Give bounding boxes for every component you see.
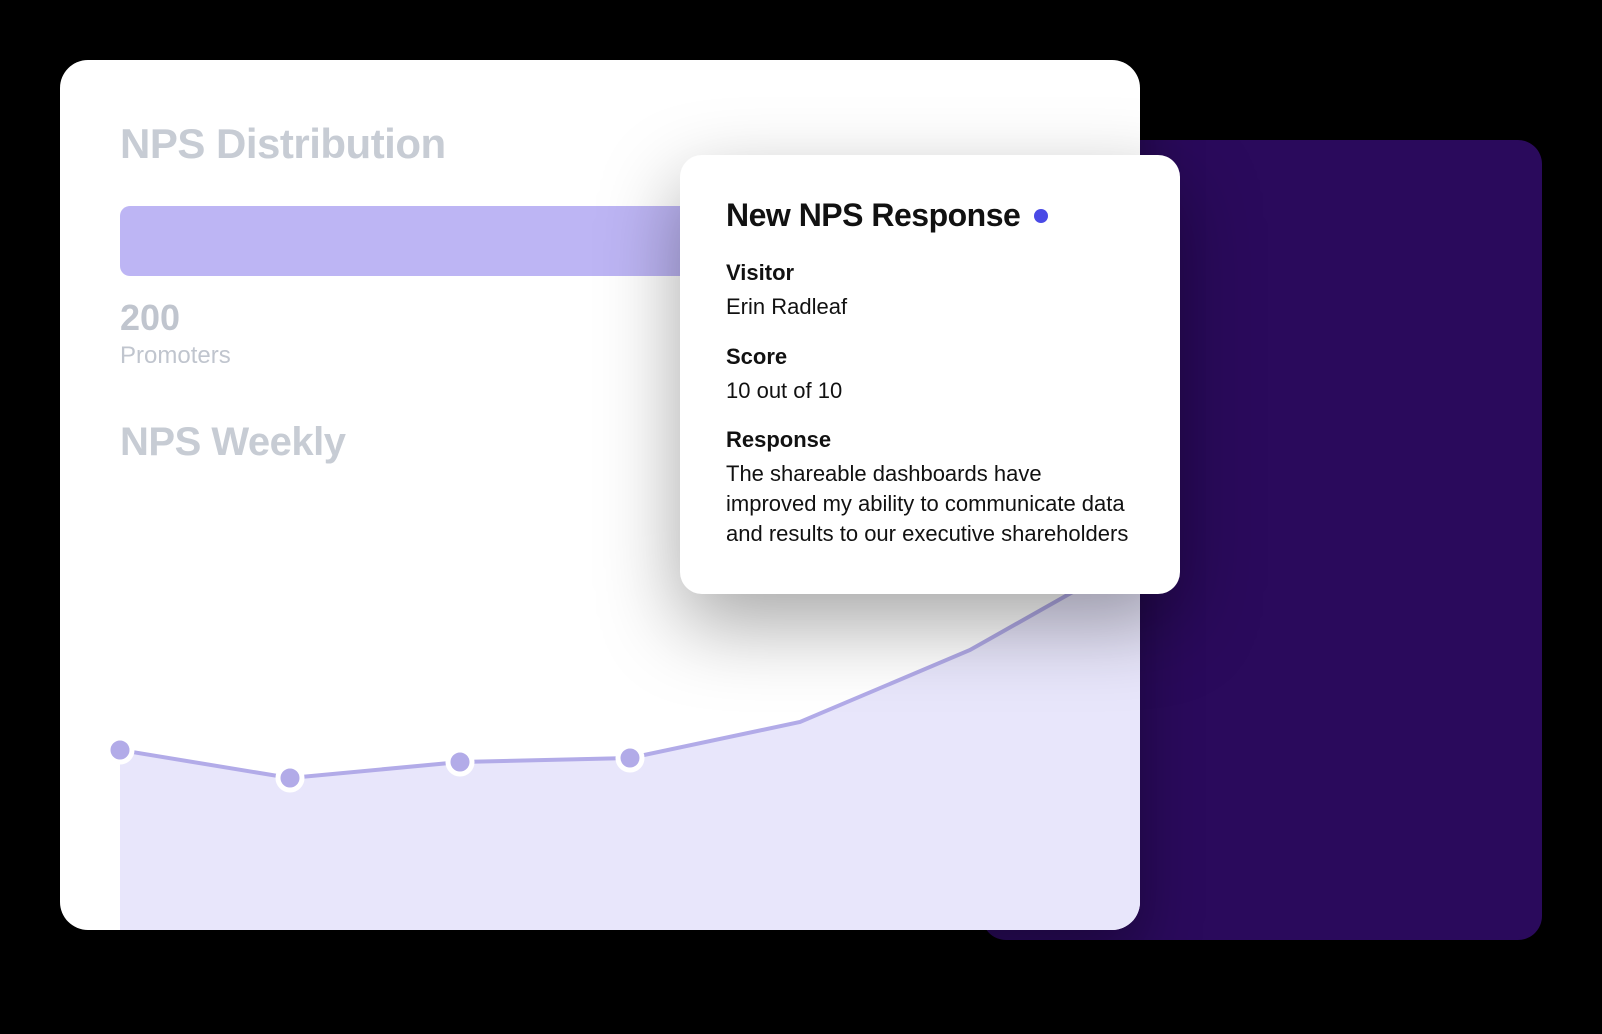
popup-response-label: Response [726,427,1134,453]
distribution-segment-promoters [120,206,760,276]
nps-response-popup: New NPS Response Visitor Erin Radleaf Sc… [680,155,1180,594]
popup-response-value: The shareable dashboards have improved m… [726,459,1134,548]
popup-visitor-label: Visitor [726,260,1134,286]
popup-field-visitor: Visitor Erin Radleaf [726,260,1134,322]
distribution-stat-promoters: 200 Promoters [120,300,760,370]
promoters-count: 200 [120,300,760,336]
popup-title-row: New NPS Response [726,197,1134,234]
promoters-label: Promoters [120,342,760,370]
unread-indicator-icon [1034,209,1048,223]
popup-score-label: Score [726,344,1134,370]
popup-score-value: 10 out of 10 [726,376,1134,406]
popup-field-response: Response The shareable dashboards have i… [726,427,1134,548]
popup-visitor-value: Erin Radleaf [726,292,1134,322]
popup-title: New NPS Response [726,197,1020,234]
popup-field-score: Score 10 out of 10 [726,344,1134,406]
